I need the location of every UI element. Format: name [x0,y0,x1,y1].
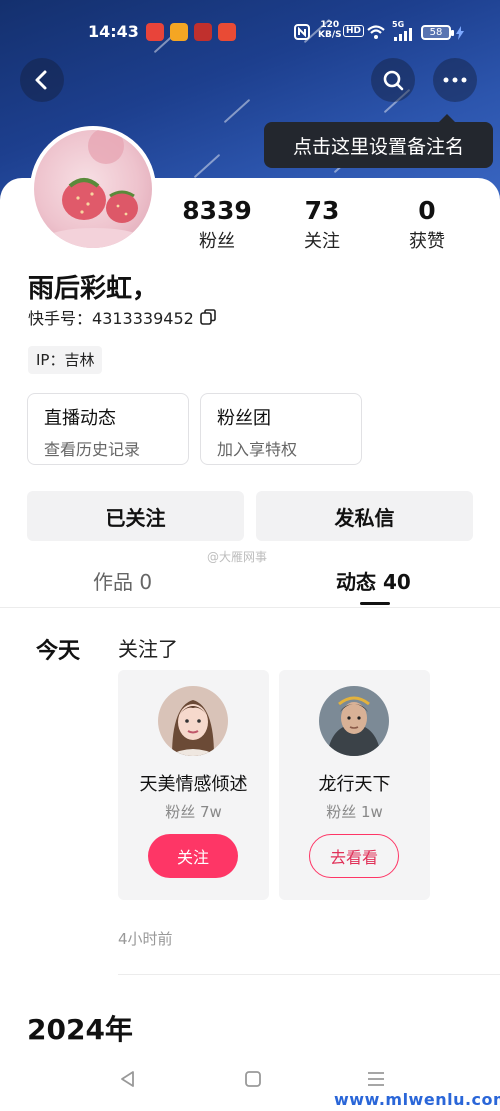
woman-portrait-image [158,686,228,756]
stat-following-count: 73 [304,196,340,225]
followed-user-avatar[interactable] [319,686,389,756]
more-button[interactable] [433,58,477,102]
stat-following-label: 关注 [304,231,340,252]
stat-fans-count: 8339 [182,196,252,225]
live-history-subtitle: 查看历史记录 [44,440,141,459]
ip-location-badge: IP：吉林 [28,346,103,374]
more-dots-icon [443,77,467,83]
followed-user-fans: 粉丝 1w [326,803,383,821]
kuaishou-id-value: 4313339452 [92,309,194,328]
followed-user-avatar[interactable] [158,686,228,756]
stat-fans[interactable]: 8339 粉丝 [172,196,262,253]
nav-menu-icon[interactable] [366,1069,386,1089]
status-time: 14:43 [88,22,139,41]
tab-works[interactable]: 作品 0 [93,566,152,595]
copy-icon[interactable] [200,309,216,325]
follow-button[interactable]: 关注 [148,834,238,878]
followed-user-card[interactable]: 龙行天下 粉丝 1w 去看看 [279,670,430,900]
message-button[interactable]: 发私信 [256,491,473,541]
network-speed: 120 KB/S [318,20,342,40]
back-button[interactable] [20,58,64,102]
nav-back-icon[interactable] [118,1069,138,1089]
game-app-icon [194,23,212,41]
search-button[interactable] [371,58,415,102]
search-icon [383,70,404,91]
feed-timestamp: 4小时前 [118,930,173,948]
feed-action-label: 关注了 [118,637,178,661]
stat-likes-count: 0 [418,196,436,225]
video-app-icon [146,23,164,41]
followed-user-name: 龙行天下 [318,774,391,795]
charging-icon [456,26,464,40]
weibo-icon [170,23,188,41]
fan-club-title: 粉丝团 [217,408,271,429]
view-profile-button[interactable]: 去看看 [309,834,399,878]
stat-likes[interactable]: 0 获赞 [382,196,472,253]
status-bar: 14:43 120 KB/S HD 5G 58 [0,0,500,64]
tab-dynamics[interactable]: 动态 40 [336,566,411,595]
remark-name-tooltip[interactable]: 点击这里设置备注名 [264,114,493,168]
wifi-icon [367,25,385,39]
year-header: 2024年 [27,1013,133,1046]
feed-divider [118,974,500,975]
fan-club-card[interactable]: 粉丝团 加入享特权 [200,393,362,465]
stat-likes-label: 获赞 [409,231,445,252]
nfc-icon [294,24,310,40]
live-history-title: 直播动态 [44,408,116,429]
battery-indicator: 58 [421,25,454,40]
battery-level: 58 [429,27,443,38]
followed-user-card[interactable]: 天美情感倾述 粉丝 7w 关注 [118,670,269,900]
video-play-app-icon [218,23,236,41]
kuaishou-id-label: 快手号： [28,309,93,328]
live-history-card[interactable]: 直播动态 查看历史记录 [27,393,189,465]
active-tab-indicator [360,602,390,605]
stat-following[interactable]: 73 关注 [277,196,367,253]
stat-fans-label: 粉丝 [199,231,235,252]
followed-user-fans: 粉丝 7w [165,803,222,821]
cellular-signal-icon [394,28,412,41]
weibo-watermark: @大雁网事 [207,550,268,564]
username: 雨后彩虹， [28,274,159,304]
avatar[interactable] [30,126,156,252]
followed-button[interactable]: 已关注 [27,491,244,541]
fan-club-subtitle: 加入享特权 [217,440,298,459]
followed-user-name: 天美情感倾述 [139,774,248,795]
chevron-left-icon [35,70,47,90]
kuaishou-id: 快手号：4313339452 [28,305,216,329]
site-watermark: www.mlwenlu.com [334,1090,500,1109]
man-portrait-image [319,686,389,756]
hd-badge: HD [343,25,365,37]
tabs-divider [0,607,500,608]
nav-home-icon[interactable] [243,1069,263,1089]
feed-day-label: 今天 [36,639,81,664]
